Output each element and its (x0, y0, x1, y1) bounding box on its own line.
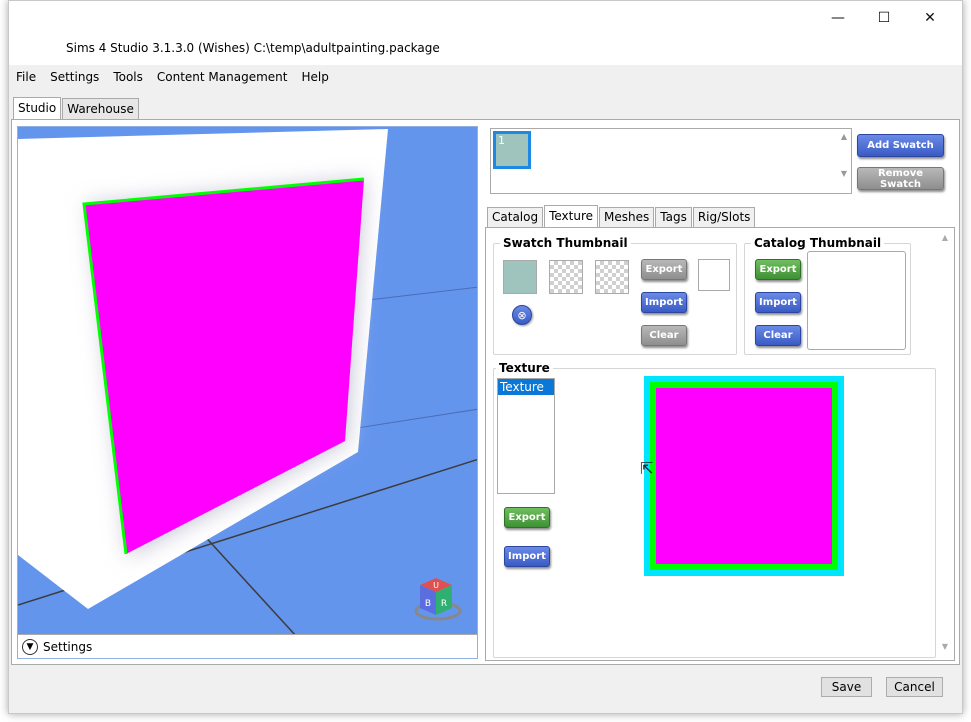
painting-surface (84, 179, 364, 554)
tab-warehouse[interactable]: Warehouse (62, 98, 139, 120)
tab-meshes[interactable]: Meshes (599, 207, 655, 227)
viewport-scene: U B R (18, 129, 477, 658)
add-swatch-button[interactable]: Add Swatch (857, 134, 944, 157)
tab-rig-slots[interactable]: Rig/Slots (692, 207, 756, 227)
tab-catalog[interactable]: Catalog (487, 207, 544, 227)
swatch-thumbnail-image-2[interactable] (595, 260, 629, 294)
texture-tab-content: Swatch Thumbnail ⊗ Export Import Clear C… (485, 227, 955, 661)
menu-bar: File Settings Tools Content Management H… (9, 67, 962, 89)
swatch-thumbnail-group: Swatch Thumbnail ⊗ Export Import Clear (493, 236, 737, 355)
catalog-thumbnail-group: Catalog Thumbnail Export Import Clear (744, 236, 911, 355)
swatch-thumbnail-image-1[interactable] (549, 260, 583, 294)
swatch-color-picker[interactable] (698, 259, 730, 291)
tab-studio[interactable]: Studio (13, 97, 62, 120)
texture-import-button[interactable]: Import (504, 546, 550, 567)
swatch-thumbnail-export-button[interactable]: Export (641, 259, 687, 280)
remove-swatch-button[interactable]: Remove Swatch (857, 167, 944, 190)
menu-help[interactable]: Help (294, 67, 335, 89)
swatch-scrollbar[interactable]: ▲ ▼ (837, 129, 851, 193)
window-title: Sims 4 Studio 3.1.3.0 (Wishes) C:\temp\a… (66, 41, 440, 55)
swatch-item[interactable]: 1 (493, 131, 531, 169)
texture-list[interactable]: Texture (497, 378, 555, 494)
texture-export-button[interactable]: Export (504, 507, 550, 528)
remove-icon[interactable]: ⊗ (512, 305, 532, 325)
swatch-thumbnail-import-button[interactable]: Import (641, 292, 687, 313)
texture-preview-image (656, 388, 832, 564)
menu-content-management[interactable]: Content Management (150, 67, 295, 89)
studio-panel: U B R ▼ Settings 1 ▲ ▼ Add Swatch Remove … (11, 119, 960, 665)
gizmo-label-u: U (433, 581, 439, 590)
menu-file[interactable]: File (9, 67, 43, 89)
maximize-button[interactable]: ☐ (861, 5, 907, 31)
gizmo-label-r: R (441, 599, 447, 609)
swatch-thumbnail-color[interactable] (503, 260, 537, 294)
catalog-thumbnail-preview (807, 251, 906, 350)
texture-preview (644, 376, 844, 576)
sub-tabs: Catalog Texture Meshes Tags Rig/Slots (487, 205, 756, 228)
3d-viewport[interactable]: U B R ▼ Settings (17, 126, 478, 659)
catalog-thumbnail-export-button[interactable]: Export (755, 259, 801, 280)
close-button[interactable]: ✕ (907, 5, 953, 31)
viewport-settings-label: Settings (43, 639, 93, 654)
catalog-thumbnail-title: Catalog Thumbnail (751, 236, 885, 250)
swatch-list: 1 ▲ ▼ (490, 128, 852, 194)
cancel-button[interactable]: Cancel (886, 677, 943, 697)
mouse-cursor-icon: ⇱ (640, 459, 654, 478)
texture-group-title: Texture (496, 361, 553, 375)
tab-tags[interactable]: Tags (655, 207, 692, 227)
viewport-settings-bar[interactable]: ▼ Settings (18, 634, 477, 658)
swatch-thumbnail-title: Swatch Thumbnail (500, 236, 631, 250)
menu-settings[interactable]: Settings (43, 67, 106, 89)
app-window: Sims 4 Studio 3.1.3.0 (Wishes) C:\temp\a… (8, 0, 963, 714)
chevron-down-icon[interactable]: ▼ (22, 638, 38, 655)
catalog-thumbnail-import-button[interactable]: Import (755, 292, 801, 313)
tab-scrollbar[interactable]: ▲ ▼ (938, 230, 952, 658)
texture-list-item[interactable]: Texture (498, 379, 554, 395)
save-button[interactable]: Save (821, 677, 872, 697)
orientation-gizmo[interactable]: U B R (414, 578, 462, 621)
gizmo-label-b: B (425, 599, 431, 609)
texture-group: Texture Texture Export Import ⇱ (493, 361, 936, 658)
catalog-thumbnail-clear-button[interactable]: Clear (755, 325, 801, 346)
title-bar: Sims 4 Studio 3.1.3.0 (Wishes) C:\temp\a… (9, 1, 962, 65)
swatch-thumbnail-clear-button[interactable]: Clear (641, 325, 687, 346)
tab-texture[interactable]: Texture (544, 205, 599, 227)
minimize-button[interactable]: — (815, 5, 861, 31)
main-tabs: Studio Warehouse (13, 97, 140, 120)
menu-tools[interactable]: Tools (106, 67, 150, 89)
